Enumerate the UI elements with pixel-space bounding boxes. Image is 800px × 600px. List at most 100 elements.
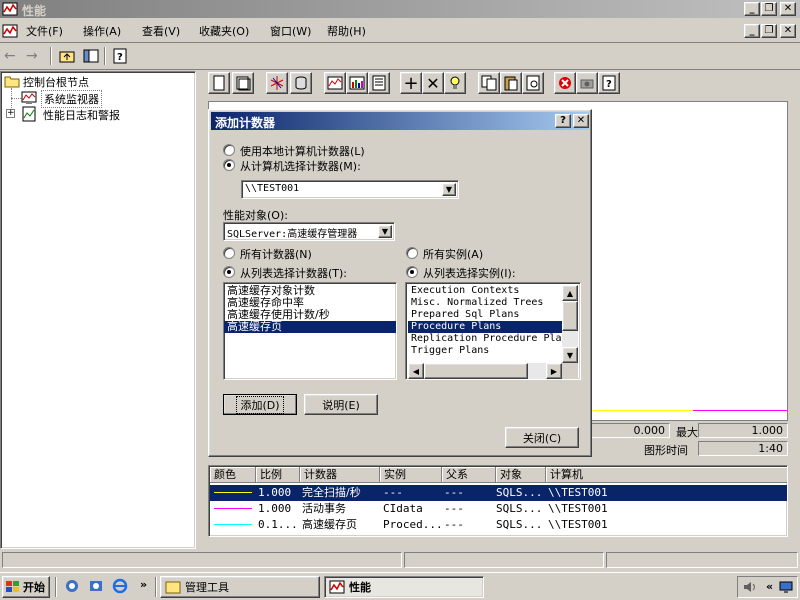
col-counter[interactable]: 计数器 xyxy=(300,467,380,483)
quicklaunch-chevron-icon[interactable]: » xyxy=(140,578,147,591)
radio-list-counters-label[interactable]: 从列表选择计数器(T): xyxy=(240,265,347,281)
tray-speaker-icon[interactable] xyxy=(742,579,758,598)
task-performance[interactable]: 性能 xyxy=(324,576,484,598)
copy-properties-button[interactable] xyxy=(478,72,500,94)
col-scale[interactable]: 比例 xyxy=(256,467,300,483)
col-parent[interactable]: 父系 xyxy=(442,467,496,483)
monitor-help-button[interactable]: ? xyxy=(598,72,620,94)
radio-local-counters[interactable] xyxy=(223,144,235,156)
menu-view[interactable]: 查看(V) xyxy=(137,23,185,41)
menu-action[interactable]: 操作(A) xyxy=(78,23,126,41)
close-dialog-button[interactable]: 关闭(C) xyxy=(505,427,579,448)
list-item[interactable]: Replication Procedure Plans xyxy=(408,333,562,345)
explorer-icon[interactable] xyxy=(88,578,104,597)
child-minimize-button[interactable]: _ xyxy=(744,24,760,38)
view-log-data-button[interactable] xyxy=(290,72,312,94)
explain-button[interactable]: 说明(E) xyxy=(304,394,378,415)
table-row[interactable]: 0.1... 高速缓存页 Proced... --- SQLS... \\TES… xyxy=(210,517,787,533)
delete-counter-button[interactable]: ✕ xyxy=(422,72,444,94)
scroll-right-arrow-icon[interactable]: ▶ xyxy=(546,363,562,379)
list-item[interactable]: 高速缓存使用计数/秒 xyxy=(224,309,396,321)
view-histogram-button[interactable] xyxy=(346,72,368,94)
dialog-help-button[interactable]: ? xyxy=(555,114,571,128)
restore-button[interactable]: ❐ xyxy=(761,2,777,16)
start-button[interactable]: 开始 xyxy=(2,576,50,598)
tree-pane[interactable]: 控制台根节点 系统监视器 + 性能日志和警报 xyxy=(0,71,196,549)
highlight-button[interactable] xyxy=(444,72,466,94)
dialog-title-bar[interactable]: 添加计数器 ? ✕ xyxy=(211,112,589,130)
table-row[interactable]: 1.000 活动事务 CIdata --- SQLS... \\TEST001 xyxy=(210,501,787,517)
col-object[interactable]: 对象 xyxy=(496,467,546,483)
counters-listbox[interactable]: 高速缓存对象计数 高速缓存命中率 高速缓存使用计数/秒 高速缓存页 xyxy=(223,282,397,380)
tray-network-icon[interactable] xyxy=(778,579,794,598)
col-computer[interactable]: 计算机 xyxy=(546,467,787,483)
horizontal-scrollbar[interactable]: ◀ ▶ xyxy=(408,363,562,379)
child-close-button[interactable]: ✕ xyxy=(780,24,796,38)
dialog-close-button[interactable]: ✕ xyxy=(573,114,589,128)
radio-select-computer[interactable] xyxy=(223,159,235,171)
perf-object-combo[interactable]: SQLServer:高速缓存管理器 ▼ xyxy=(223,222,395,241)
chevron-down-icon[interactable]: ▼ xyxy=(378,225,392,238)
list-item[interactable]: 高速缓存页 xyxy=(224,321,396,333)
new-counter-set-button[interactable] xyxy=(208,72,230,94)
radio-all-instances[interactable] xyxy=(406,247,418,259)
child-window-icon[interactable] xyxy=(2,23,18,39)
show-hide-tree-icon[interactable] xyxy=(82,47,100,68)
list-item[interactable]: 高速缓存命中率 xyxy=(224,297,396,309)
menu-favorites[interactable]: 收藏夹(O) xyxy=(194,23,254,41)
radio-list-counters[interactable] xyxy=(223,266,235,278)
menu-file[interactable]: 文件(F) xyxy=(21,23,68,41)
menu-window[interactable]: 窗口(W) xyxy=(265,23,316,41)
view-current-activity-button[interactable] xyxy=(266,72,288,94)
scroll-thumb[interactable] xyxy=(424,363,528,379)
tree-item-system-monitor[interactable]: 系统监视器 xyxy=(41,90,102,108)
freeze-display-button[interactable] xyxy=(554,72,576,94)
radio-all-counters[interactable] xyxy=(223,247,235,259)
view-graph-button[interactable] xyxy=(324,72,346,94)
vertical-scrollbar[interactable]: ▲ ▼ xyxy=(562,285,578,363)
radio-all-instances-label[interactable]: 所有实例(A) xyxy=(423,246,483,262)
properties-button[interactable] xyxy=(522,72,544,94)
chevron-down-icon[interactable]: ▼ xyxy=(442,183,456,196)
view-report-button[interactable] xyxy=(368,72,390,94)
list-item[interactable]: Trigger Plans xyxy=(408,345,562,357)
child-restore-button[interactable]: ❐ xyxy=(761,24,777,38)
scroll-down-arrow-icon[interactable]: ▼ xyxy=(562,347,578,363)
tree-item-perf-logs[interactable]: 性能日志和警报 xyxy=(43,107,120,123)
computer-combo[interactable]: \\TEST001 ▼ xyxy=(241,180,459,199)
tree-root[interactable]: 控制台根节点 xyxy=(23,74,89,90)
ie-icon[interactable] xyxy=(112,578,128,597)
scroll-thumb[interactable] xyxy=(562,301,578,331)
scroll-up-arrow-icon[interactable]: ▲ xyxy=(562,285,578,301)
add-counter-button[interactable]: + xyxy=(400,72,422,94)
menu-help[interactable]: 帮助(H) xyxy=(322,23,371,41)
radio-list-instances-label[interactable]: 从列表选择实例(I): xyxy=(423,265,516,281)
update-data-button[interactable] xyxy=(576,72,598,94)
main-title-bar[interactable]: 性能 _ ❐ ✕ xyxy=(0,0,800,18)
close-button[interactable]: ✕ xyxy=(780,2,796,16)
instances-listbox[interactable]: Execution Contexts Misc. Normalized Tree… xyxy=(405,282,581,380)
radio-local-label[interactable]: 使用本地计算机计数器(L) xyxy=(240,143,365,159)
add-button[interactable]: 添加(D) xyxy=(223,394,297,415)
minimize-button[interactable]: _ xyxy=(744,2,760,16)
list-item[interactable]: Procedure Plans xyxy=(408,321,562,333)
radio-select-label[interactable]: 从计算机选择计数器(M): xyxy=(240,158,361,174)
help-icon[interactable]: ? xyxy=(111,47,129,68)
list-item[interactable]: 高速缓存对象计数 xyxy=(224,285,396,297)
list-item[interactable]: Execution Contexts xyxy=(408,285,562,297)
col-instance[interactable]: 实例 xyxy=(380,467,442,483)
show-desktop-icon[interactable] xyxy=(64,578,80,597)
radio-list-instances[interactable] xyxy=(406,266,418,278)
radio-all-counters-label[interactable]: 所有计数器(N) xyxy=(240,246,312,262)
expand-plus-icon[interactable]: + xyxy=(6,109,15,118)
up-folder-icon[interactable] xyxy=(58,47,76,68)
table-row[interactable]: 1.000 完全扫描/秒 --- --- SQLS... \\TEST001 xyxy=(210,485,787,501)
col-color[interactable]: 颜色 xyxy=(210,467,256,483)
list-item[interactable]: Misc. Normalized Trees xyxy=(408,297,562,309)
forward-arrow-icon[interactable]: → xyxy=(26,48,38,64)
scroll-left-arrow-icon[interactable]: ◀ xyxy=(408,363,424,379)
clear-display-button[interactable] xyxy=(232,72,254,94)
list-item[interactable]: Prepared Sql Plans xyxy=(408,309,562,321)
tray-expand-chevron-icon[interactable]: « xyxy=(766,580,773,593)
task-admin-tools[interactable]: 管理工具 xyxy=(160,576,320,598)
